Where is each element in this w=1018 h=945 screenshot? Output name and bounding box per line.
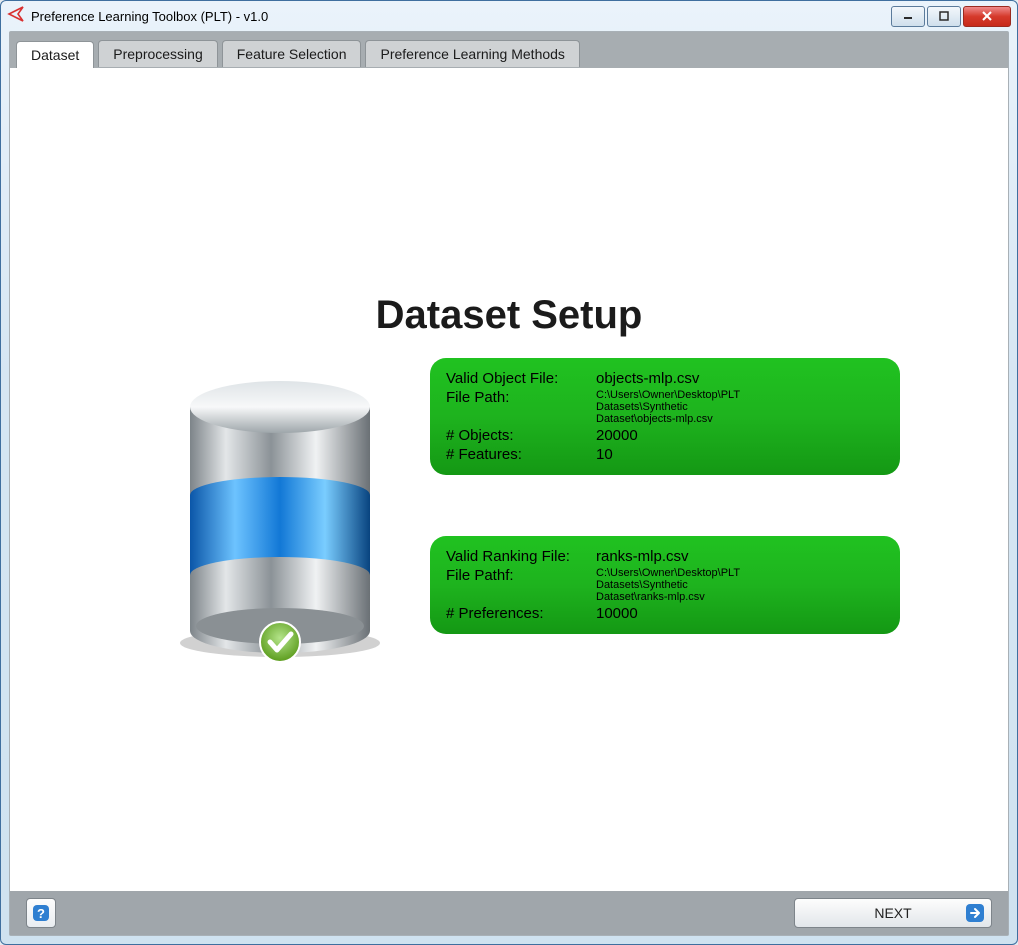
minimize-button[interactable] <box>891 6 925 27</box>
preferences-count-label: # Preferences: <box>446 605 596 622</box>
window-title: Preference Learning Toolbox (PLT) - v1.0 <box>31 9 891 24</box>
maximize-button[interactable] <box>927 6 961 27</box>
tab-preference-learning[interactable]: Preference Learning Methods <box>365 40 579 67</box>
object-path-value: C:\Users\Owner\Desktop\PLT Datasets\Synt… <box>596 389 726 425</box>
object-file-label: Valid Object File: <box>446 370 596 387</box>
features-count-value: 10 <box>596 446 884 463</box>
window-controls <box>891 6 1011 27</box>
ranking-file-value: ranks-mlp.csv <box>596 548 884 565</box>
next-button[interactable]: NEXT <box>794 898 992 928</box>
app-window: Preference Learning Toolbox (PLT) - v1.0… <box>0 0 1018 945</box>
tab-feature-selection[interactable]: Feature Selection <box>222 40 362 67</box>
features-count-label: # Features: <box>446 446 596 463</box>
titlebar[interactable]: Preference Learning Toolbox (PLT) - v1.0 <box>1 1 1017 31</box>
close-button[interactable] <box>963 6 1011 27</box>
tab-preprocessing[interactable]: Preprocessing <box>98 40 218 67</box>
svg-text:?: ? <box>37 906 45 921</box>
object-path-label: File Path: <box>446 389 596 425</box>
app-icon <box>7 5 25 28</box>
ranking-file-panel: Valid Ranking File:ranks-mlp.csv File Pa… <box>430 536 900 634</box>
database-icon <box>155 373 405 673</box>
footer: ? NEXT <box>10 891 1008 935</box>
ranking-path-value: C:\Users\Owner\Desktop\PLT Datasets\Synt… <box>596 567 726 603</box>
object-file-panel: Valid Object File:objects-mlp.csv File P… <box>430 358 900 475</box>
tabstrip: Dataset Preprocessing Feature Selection … <box>10 32 1008 68</box>
tab-content: Dataset Setup <box>10 68 1008 891</box>
object-file-value: objects-mlp.csv <box>596 370 884 387</box>
page-title: Dataset Setup <box>10 293 1008 338</box>
objects-count-value: 20000 <box>596 427 884 444</box>
ranking-path-label: File Pathf: <box>446 567 596 603</box>
help-icon: ? <box>31 903 51 923</box>
next-button-label: NEXT <box>874 905 911 921</box>
client-area: Dataset Preprocessing Feature Selection … <box>9 31 1009 936</box>
tab-dataset[interactable]: Dataset <box>16 41 94 68</box>
objects-count-label: # Objects: <box>446 427 596 444</box>
preferences-count-value: 10000 <box>596 605 884 622</box>
arrow-right-icon <box>965 903 985 923</box>
help-button[interactable]: ? <box>26 898 56 928</box>
ranking-file-label: Valid Ranking File: <box>446 548 596 565</box>
